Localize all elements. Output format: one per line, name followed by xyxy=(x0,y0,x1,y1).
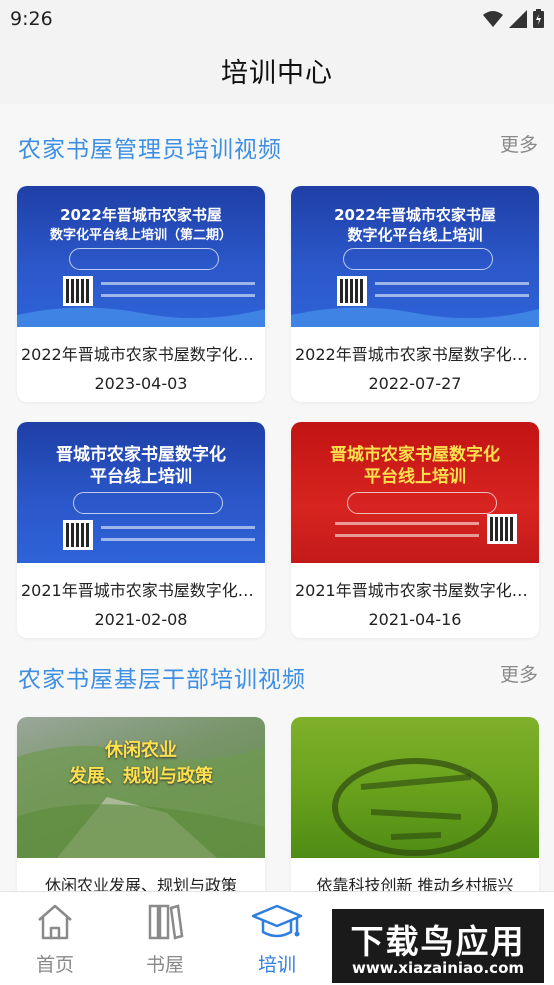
video-title: 依靠科技创新 推动乡村振兴 xyxy=(316,876,514,891)
thumb-wave xyxy=(17,307,265,327)
status-time: 9:26 xyxy=(10,8,53,30)
signal-icon xyxy=(509,9,527,28)
section-title: 农家书屋管理员培训视频 xyxy=(18,137,282,163)
video-title: 2022年晋城市农家书屋数字化平台线上培训（第二期） xyxy=(21,345,261,364)
thumb-pill xyxy=(69,248,219,270)
video-date: 2023-04-03 xyxy=(94,374,188,393)
status-icons xyxy=(483,9,544,28)
video-title: 2021年晋城市农家书屋数字化平台线上培训 xyxy=(21,581,261,600)
thumb-text-line xyxy=(335,534,479,537)
tab-label: 培训 xyxy=(257,954,296,976)
video-date: 2021-02-08 xyxy=(94,610,188,629)
video-title: 休闲农业发展、规划与政策 xyxy=(44,876,237,891)
more-link[interactable]: 更多 xyxy=(500,660,538,687)
tab-home[interactable]: 首页 xyxy=(0,902,110,982)
home-icon xyxy=(38,904,72,940)
tab-training[interactable]: 培训 xyxy=(222,902,332,982)
thumb-text-line xyxy=(101,282,255,285)
thumb-pill xyxy=(73,492,223,514)
video-card[interactable]: 2022年晋城市农家书屋 数字化平台线上培训 2022年晋城市农家书屋数字化平台… xyxy=(291,186,539,402)
video-card[interactable]: 休闲农业 发展、规划与政策 休闲农业发展、规划与政策 xyxy=(17,717,265,891)
wifi-icon xyxy=(483,10,503,27)
tab-bookshelf[interactable]: 书屋 xyxy=(110,902,220,982)
watermark-text: 下载鸟应用 xyxy=(350,922,526,961)
thumb-pill xyxy=(343,248,493,270)
thumb-pill xyxy=(347,492,497,514)
video-thumbnail: 2022年晋城市农家书屋 数字化平台线上培训（第二期） xyxy=(17,186,265,327)
thumb-text: 平台线上培训 xyxy=(90,467,192,487)
thumb-text: 休闲农业 xyxy=(105,740,177,761)
thumb-text: 晋城市农家书屋数字化 xyxy=(56,445,226,465)
thumb-text-line xyxy=(101,526,255,529)
section-header-manager-training: 农家书屋管理员培训视频 更多 xyxy=(0,116,554,176)
thumb-text: 数字化平台线上培训（第二期） xyxy=(49,228,232,243)
video-card[interactable]: 2022年晋城市农家书屋 数字化平台线上培训（第二期） 2022年晋城市农家书屋… xyxy=(17,186,265,402)
video-card[interactable]: 晋城市农家书屋数字化 平台线上培训 2021年晋城市农家书屋数字化平台线上培训 … xyxy=(17,422,265,638)
thumb-text: 晋城市农家书屋数字化 xyxy=(330,445,500,465)
video-card[interactable]: 晋城市农家书屋数字化 平台线上培训 2021年晋城市农家书屋数字化平台线上培训 … xyxy=(291,422,539,638)
page-title: 培训中心 xyxy=(221,58,333,89)
video-thumbnail: 晋城市农家书屋数字化 平台线上培训 xyxy=(291,422,539,563)
video-thumbnail: 2022年晋城市农家书屋 数字化平台线上培训 xyxy=(291,186,539,327)
video-thumbnail: 晋城市农家书屋数字化 平台线上培训 xyxy=(17,422,265,563)
watermark-url: www.xiazainiao.com xyxy=(351,959,525,977)
thumb-field-art xyxy=(332,758,498,856)
video-thumbnail: 休闲农业 发展、规划与政策 xyxy=(17,717,265,858)
thumb-text: 2022年晋城市农家书屋 xyxy=(60,206,222,224)
video-thumbnail xyxy=(291,717,539,858)
thumb-wave xyxy=(291,307,539,327)
bookshelf-icon xyxy=(148,904,184,940)
thumb-text-line xyxy=(335,522,479,525)
watermark-logo: 下载鸟应用 www.xiazainiao.com xyxy=(330,907,546,985)
video-title: 2022年晋城市农家书屋数字化平台线上培训 xyxy=(295,345,535,364)
battery-icon xyxy=(533,9,544,28)
thumb-landscape xyxy=(17,745,265,858)
graduation-cap-icon xyxy=(251,904,303,938)
video-card[interactable]: 依靠科技创新 推动乡村振兴 xyxy=(291,717,539,891)
thumb-text: 数字化平台线上培训 xyxy=(347,226,483,244)
content-scroll[interactable]: 农家书屋管理员培训视频 更多 2022年晋城市农家书屋 数字化平台线上培训（第二… xyxy=(0,104,554,891)
thumb-text: 平台线上培训 xyxy=(364,467,466,487)
thumb-text-line xyxy=(375,282,529,285)
video-date: 2021-04-16 xyxy=(368,610,462,629)
more-link[interactable]: 更多 xyxy=(500,130,538,157)
section-title: 农家书屋基层干部培训视频 xyxy=(18,667,306,693)
video-date: 2022-07-27 xyxy=(368,374,462,393)
qr-code-image xyxy=(63,520,93,550)
qr-code-image xyxy=(487,514,517,544)
tab-label: 书屋 xyxy=(145,954,184,976)
section-header-cadre-training: 农家书屋基层干部培训视频 更多 xyxy=(0,646,554,706)
thumb-text-line xyxy=(101,538,255,541)
tab-label: 首页 xyxy=(35,954,74,976)
status-bar: 9:26 xyxy=(0,0,554,38)
video-title: 2021年晋城市农家书屋数字化平台线上培训 xyxy=(295,581,535,600)
app-header: 培训中心 xyxy=(0,38,554,104)
thumb-text: 发展、规划与政策 xyxy=(69,766,213,787)
thumb-text: 2022年晋城市农家书屋 xyxy=(334,206,496,224)
